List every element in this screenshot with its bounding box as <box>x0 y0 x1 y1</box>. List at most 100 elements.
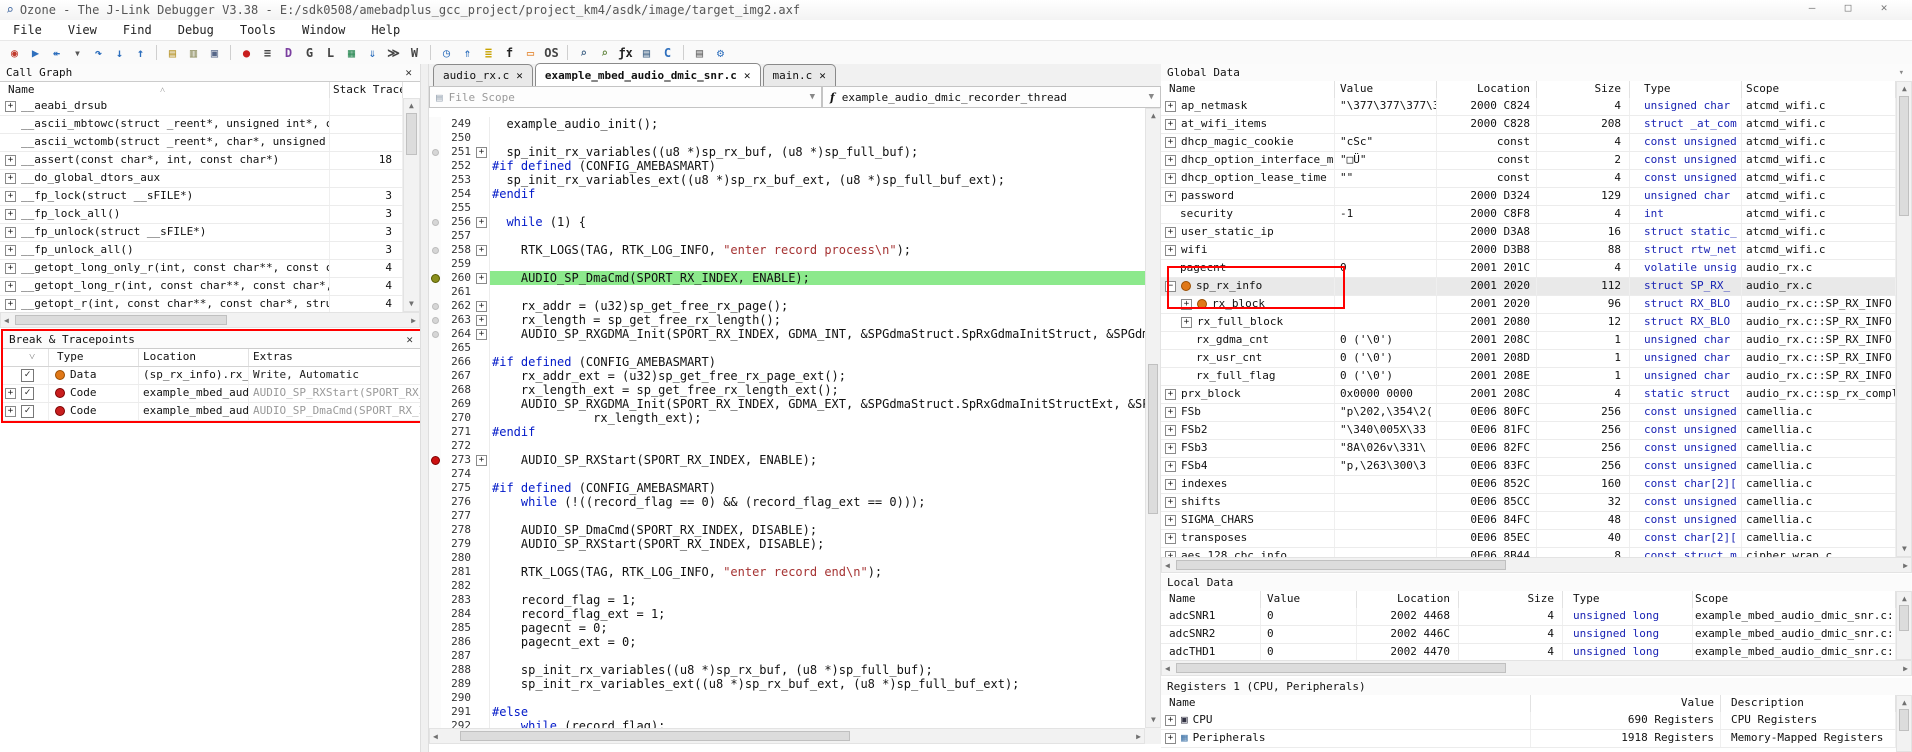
code-line[interactable]: 287 <box>429 649 1145 663</box>
expand-icon[interactable]: + <box>5 173 16 184</box>
breakpoint-gutter[interactable] <box>429 201 441 215</box>
expand-icon[interactable]: + <box>1165 407 1176 418</box>
code-profile-window-button[interactable]: ▭ <box>520 43 541 62</box>
breakpoint-gutter[interactable] <box>429 663 441 677</box>
breakpoint-gutter[interactable] <box>429 691 441 705</box>
code-line[interactable]: 282 <box>429 579 1145 593</box>
chevron-down-icon[interactable]: ▾ <box>1899 68 1904 78</box>
expand-icon[interactable]: + <box>5 245 16 256</box>
breakpoint-gutter[interactable] <box>429 411 441 425</box>
breakpoint-gutter[interactable] <box>429 719 441 728</box>
code-line[interactable]: 262+ rx_addr = (u32)sp_get_free_rx_page(… <box>429 299 1145 313</box>
step-over-button[interactable]: ↷ <box>88 43 109 62</box>
callgraph-row[interactable]: +__assert(const char*, int, const char*)… <box>0 152 403 170</box>
breakpoint-gutter[interactable] <box>429 593 441 607</box>
breakpoint-gutter[interactable] <box>429 565 441 579</box>
expand-icon[interactable]: + <box>5 281 16 292</box>
code-line[interactable]: 289 sp_init_rx_variables_ext((u8 *)sp_rx… <box>429 677 1145 691</box>
fold-expand-icon[interactable]: + <box>476 455 487 466</box>
column-header-value[interactable]: Value <box>1335 81 1437 98</box>
functions-window-button[interactable]: ≣ <box>478 43 499 62</box>
global-data-row[interactable]: +shifts0E06 85CC32const unsignedcamellia… <box>1161 494 1896 512</box>
breakpoint-gutter[interactable] <box>429 369 441 383</box>
local-data-row[interactable]: adcSNR102002 44684unsigned longexample_m… <box>1161 608 1896 626</box>
breakpoint-gutter[interactable] <box>429 383 441 397</box>
find-in-files-button[interactable]: ⌕ <box>594 43 615 62</box>
column-header-name[interactable]: Name <box>1161 81 1335 98</box>
expand-icon[interactable]: + <box>5 263 16 274</box>
breakpoint-gutter[interactable] <box>429 607 441 621</box>
column-header-size[interactable]: Size <box>1537 81 1630 98</box>
find-button[interactable]: ⌕ <box>573 43 594 62</box>
expression-button[interactable]: ƒx <box>615 43 636 62</box>
expand-icon[interactable]: + <box>1165 173 1176 184</box>
breakpoint-gutter[interactable] <box>429 425 441 439</box>
callgraph-row[interactable]: __ascii_wctomb(struct _reent*, char*, un… <box>0 134 403 152</box>
global-data-row[interactable]: +at_wifi_items2000 C828208struct _at_com… <box>1161 116 1896 134</box>
power-button[interactable]: ◉ <box>4 43 25 62</box>
new-project-button[interactable]: ▤ <box>162 43 183 62</box>
code-line[interactable]: 270 rx_length_ext); <box>429 411 1145 425</box>
global-data-row[interactable]: +dhcp_magic_cookie"cSc"const4const unsig… <box>1161 134 1896 152</box>
column-header-check[interactable]: ˅ <box>3 349 49 366</box>
code-line[interactable]: 264+ AUDIO_SP_RXGDMA_Init(SPORT_RX_INDEX… <box>429 327 1145 341</box>
code-line[interactable]: 277 <box>429 509 1145 523</box>
console-window-button[interactable]: ≡ <box>257 43 278 62</box>
breakpoint-row[interactable]: +✓Codeexample_mbed_audAUDIO_SP_RXStart(S… <box>3 385 421 403</box>
code-area[interactable]: 249 example_audio_init();250251+ sp_init… <box>429 108 1145 728</box>
global-data-row[interactable]: rx_gdma_cnt0 ('\0')2001 208C1unsigned ch… <box>1161 332 1896 350</box>
column-header-stack[interactable]: Stack Trace <box>330 82 403 99</box>
column-header-name[interactable]: Name <box>1161 695 1531 712</box>
breakpoint-gutter[interactable] <box>429 621 441 635</box>
callgraph-row[interactable]: __ascii_mbtowc(struct _reent*, unsigned … <box>0 116 403 134</box>
expand-icon[interactable]: + <box>5 209 16 220</box>
breakpoint-gutter[interactable] <box>429 509 441 523</box>
save-button[interactable]: ▣ <box>204 43 225 62</box>
expand-icon[interactable]: + <box>1165 137 1176 148</box>
expand-icon[interactable]: + <box>1165 155 1176 166</box>
fold-expand-icon[interactable]: + <box>476 245 487 256</box>
column-header-type[interactable]: Type <box>1630 81 1742 98</box>
expand-icon[interactable]: + <box>5 155 16 166</box>
step-out-button[interactable]: ↑ <box>130 43 151 62</box>
settings-button[interactable]: ⚙ <box>710 43 731 62</box>
editor-tab-main-c[interactable]: main.c✕ <box>763 64 836 86</box>
breakpoint-gutter[interactable] <box>429 481 441 495</box>
global-data-row[interactable]: pagecnt02001 201C4volatile unsigaudio_rx… <box>1161 260 1896 278</box>
column-header-scope[interactable]: Scope <box>1742 81 1896 98</box>
breakpoint-gutter[interactable] <box>429 173 441 187</box>
expand-icon[interactable]: + <box>1165 443 1176 454</box>
timeline-window-button[interactable]: ◷ <box>436 43 457 62</box>
callgraph-row[interactable]: +__fp_unlock(struct __sFILE*)3 <box>0 224 403 242</box>
column-header-value[interactable]: Value <box>1261 591 1357 608</box>
column-header-location[interactable]: Location <box>139 349 249 366</box>
menu-item-tools[interactable]: Tools <box>227 21 289 39</box>
close-icon[interactable]: ✕ <box>406 333 413 346</box>
code-line[interactable]: 253 sp_init_rx_variables_ext((u8 *)sp_rx… <box>429 173 1145 187</box>
expand-icon[interactable]: + <box>1165 191 1176 202</box>
column-header-description[interactable]: Description <box>1721 695 1896 712</box>
breakpoint-gutter[interactable] <box>429 677 441 691</box>
column-header-name[interactable]: Name˄ <box>0 82 330 99</box>
local-data-row[interactable]: adcTHD102002 44704unsigned longexample_m… <box>1161 644 1896 660</box>
code-line[interactable]: 280 <box>429 551 1145 565</box>
step-back-dropdown[interactable]: ▾ <box>67 43 88 62</box>
global-data-row[interactable]: +transposes0E06 85EC40const char[2][came… <box>1161 530 1896 548</box>
expand-icon[interactable]: + <box>1165 715 1176 726</box>
breakpoint-gutter[interactable] <box>429 467 441 481</box>
callgraph-row[interactable]: +__getopt_long_only_r(int, const char**,… <box>0 260 403 278</box>
callgraph-row[interactable]: +__getopt_long_r(int, const char**, cons… <box>0 278 403 296</box>
menu-item-file[interactable]: File <box>0 21 55 39</box>
column-header-extras[interactable]: Extras <box>249 349 421 366</box>
code-line[interactable]: 284 record_flag_ext = 1; <box>429 607 1145 621</box>
menu-item-help[interactable]: Help <box>358 21 413 39</box>
close-icon[interactable]: ✕ <box>516 69 523 82</box>
fold-expand-icon[interactable]: + <box>476 301 487 312</box>
expand-icon[interactable]: + <box>1165 515 1176 526</box>
code-line[interactable]: 252#if defined (CONFIG_AMEBASMART) <box>429 159 1145 173</box>
maximize-button[interactable]: □ <box>1830 0 1866 18</box>
code-line[interactable]: 249 example_audio_init(); <box>429 117 1145 131</box>
breakpoint-row[interactable]: +✓Codeexample_mbed_audAUDIO_SP_DmaCmd(SP… <box>3 403 421 421</box>
code-line[interactable]: 265 <box>429 341 1145 355</box>
expand-icon[interactable]: + <box>1165 497 1176 508</box>
